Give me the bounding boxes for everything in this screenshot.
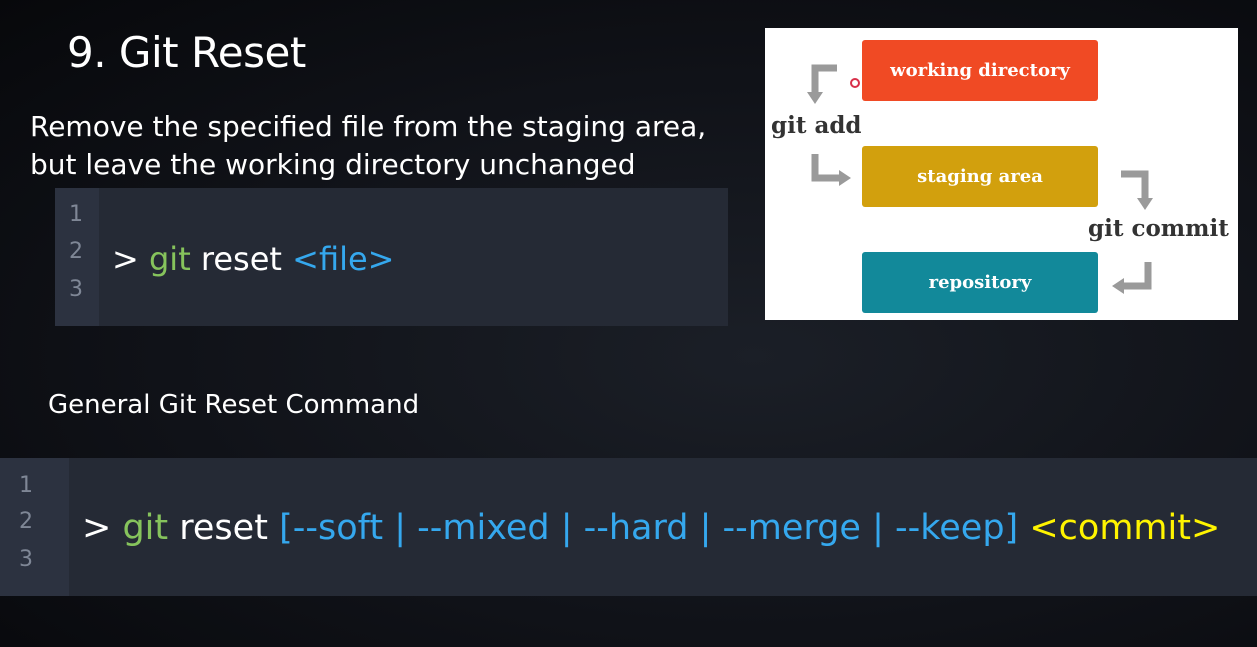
line-number: 3 [19,547,33,572]
repository-box: repository [862,252,1098,313]
line-number: 3 [69,277,83,302]
section-subtitle: General Git Reset Command [48,390,420,420]
cursor-dot-icon [850,78,860,88]
line-number: 1 [69,202,83,227]
slide-title: 9. Git Reset [67,28,306,77]
line-number: 2 [19,509,33,534]
code-line: > git reset <file> [112,240,394,278]
command-keyword: reset [200,240,282,278]
reset-options: [--soft | --mixed | --hard | --merge | -… [279,508,1019,548]
arrow-down-right-icon [811,154,851,186]
git-areas-diagram: working directory staging area repositor… [765,28,1238,320]
staging-area-box: staging area [862,146,1098,207]
prompt-symbol: > [82,508,112,548]
code-block-git-reset-general: 1 2 3 > git reset [--soft | --mixed | --… [0,458,1257,596]
git-keyword: git [122,508,169,548]
git-keyword: git [148,240,191,278]
command-keyword: reset [179,508,268,548]
commit-argument: <commit> [1029,508,1221,548]
description-line-2: but leave the working directory unchange… [30,148,636,181]
code-line: > git reset [--soft | --mixed | --hard |… [82,508,1220,548]
arrow-right-down-icon [1121,170,1153,210]
line-number-gutter: 1 2 3 [55,188,99,326]
description-line-1: Remove the specified file from the stagi… [30,110,707,143]
line-number-gutter: 1 2 3 [0,458,69,596]
git-add-label: git add [771,112,862,139]
line-number: 1 [19,473,33,498]
git-commit-label: git commit [1088,215,1229,242]
file-argument: <file> [292,240,395,278]
slide-description: Remove the specified file from the stagi… [30,108,750,184]
arrow-down-left-icon [807,64,837,104]
line-number: 2 [69,239,83,264]
prompt-symbol: > [112,240,139,278]
code-block-git-reset-file: 1 2 3 > git reset <file> [55,188,728,326]
working-directory-box: working directory [862,40,1098,101]
arrow-left-icon [1112,262,1152,294]
